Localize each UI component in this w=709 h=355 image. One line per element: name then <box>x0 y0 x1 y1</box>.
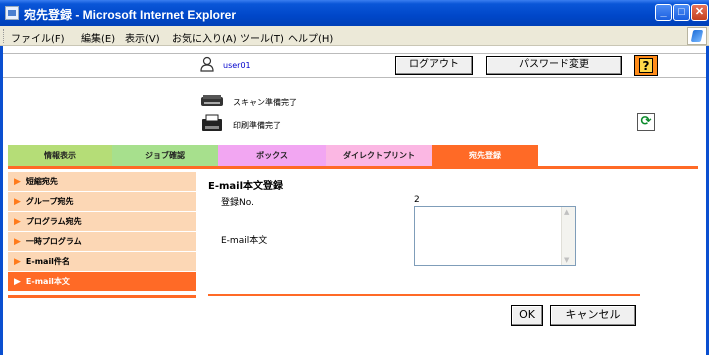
user-icon <box>200 56 214 72</box>
reg-no-label: 登録No. <box>221 198 254 208</box>
header-divider-bottom <box>3 77 706 78</box>
arrow-icon: ▶ <box>14 237 21 247</box>
logout-button[interactable]: ログアウト <box>395 56 473 75</box>
sidebar-item-label: E-mail件名 <box>25 257 70 266</box>
main-tabs: 情報表示 ジョブ確認 ボックス ダイレクトプリント 宛先登録 <box>8 145 698 167</box>
user-name: user01 <box>223 61 251 70</box>
form-divider <box>208 294 640 296</box>
scan-status: スキャン準備完了 <box>233 98 297 107</box>
help-icon: ? <box>639 58 653 73</box>
ok-button[interactable]: OK <box>511 305 543 326</box>
sidebar-item-label: E-mail本文 <box>25 277 70 286</box>
email-body-textarea[interactable] <box>414 206 576 266</box>
sidebar-item-email-body[interactable]: ▶ E-mail本文 <box>8 272 196 292</box>
sidebar-item-label: 短縮宛先 <box>25 177 58 186</box>
arrow-icon: ▶ <box>14 197 21 207</box>
menu-view[interactable]: 表示(V) <box>125 30 160 45</box>
reg-no-value: 2 <box>414 195 420 205</box>
minimize-button[interactable]: _ <box>655 4 672 21</box>
arrow-icon: ▶ <box>14 217 21 227</box>
menu-favorites[interactable]: お気に入り(A) <box>172 30 237 45</box>
close-button[interactable]: ✕ <box>691 4 708 21</box>
menu-edit[interactable]: 編集(E) <box>81 30 115 45</box>
sidebar-item-abbreviated[interactable]: ▶ 短縮宛先 <box>8 172 196 192</box>
ie-logo-icon <box>687 27 707 45</box>
print-status: 印刷準備完了 <box>233 121 281 130</box>
printer-icon <box>202 114 222 131</box>
form-title: E-mail本文登録 <box>208 181 284 192</box>
sidebar-item-program[interactable]: ▶ プログラム宛先 <box>8 212 196 232</box>
refresh-icon[interactable]: ⟳ <box>637 113 655 131</box>
window-title: 宛先登録 - Microsoft Internet Explorer <box>24 8 237 22</box>
window-titlebar: 宛先登録 - Microsoft Internet Explorer _ □ ✕ <box>0 0 709 26</box>
menu-help[interactable]: ヘルプ(H) <box>288 30 333 45</box>
tab-underline <box>8 166 698 169</box>
window-frame-left <box>0 46 3 355</box>
arrow-icon: ▶ <box>14 277 21 287</box>
scanner-icon <box>201 95 223 106</box>
cancel-button[interactable]: キャンセル <box>550 305 636 326</box>
tab-direct-print[interactable]: ダイレクトプリント <box>326 145 432 167</box>
email-body-label: E-mail本文 <box>221 236 268 246</box>
header-divider-top <box>3 53 706 54</box>
ie-page-icon <box>5 6 19 20</box>
arrow-icon: ▶ <box>14 257 21 267</box>
help-button[interactable]: ? <box>634 55 658 76</box>
tab-info[interactable]: 情報表示 <box>8 145 112 167</box>
menu-bar: ファイル(F) 編集(E) 表示(V) お気に入り(A) ツール(T) ヘルプ(… <box>0 26 709 46</box>
sidebar-item-temp-program[interactable]: ▶ 一時プログラム <box>8 232 196 252</box>
menu-tools[interactable]: ツール(T) <box>240 30 284 45</box>
sidebar-underline <box>8 295 196 298</box>
maximize-button[interactable]: □ <box>673 4 690 21</box>
sidebar-item-label: 一時プログラム <box>25 237 82 246</box>
tab-address-registration[interactable]: 宛先登録 <box>432 145 538 167</box>
toolbar-grip <box>3 29 6 43</box>
sidebar-item-group[interactable]: ▶ グループ宛先 <box>8 192 196 212</box>
textarea-scrollbar[interactable] <box>561 207 575 265</box>
tab-box[interactable]: ボックス <box>218 145 326 167</box>
change-password-button[interactable]: パスワード変更 <box>486 56 622 75</box>
tab-job[interactable]: ジョブ確認 <box>112 145 218 167</box>
sidebar-item-label: プログラム宛先 <box>25 217 82 226</box>
sidebar-item-label: グループ宛先 <box>25 197 74 206</box>
arrow-icon: ▶ <box>14 177 21 187</box>
menu-file[interactable]: ファイル(F) <box>11 30 65 45</box>
sidebar-item-email-subject[interactable]: ▶ E-mail件名 <box>8 252 196 272</box>
